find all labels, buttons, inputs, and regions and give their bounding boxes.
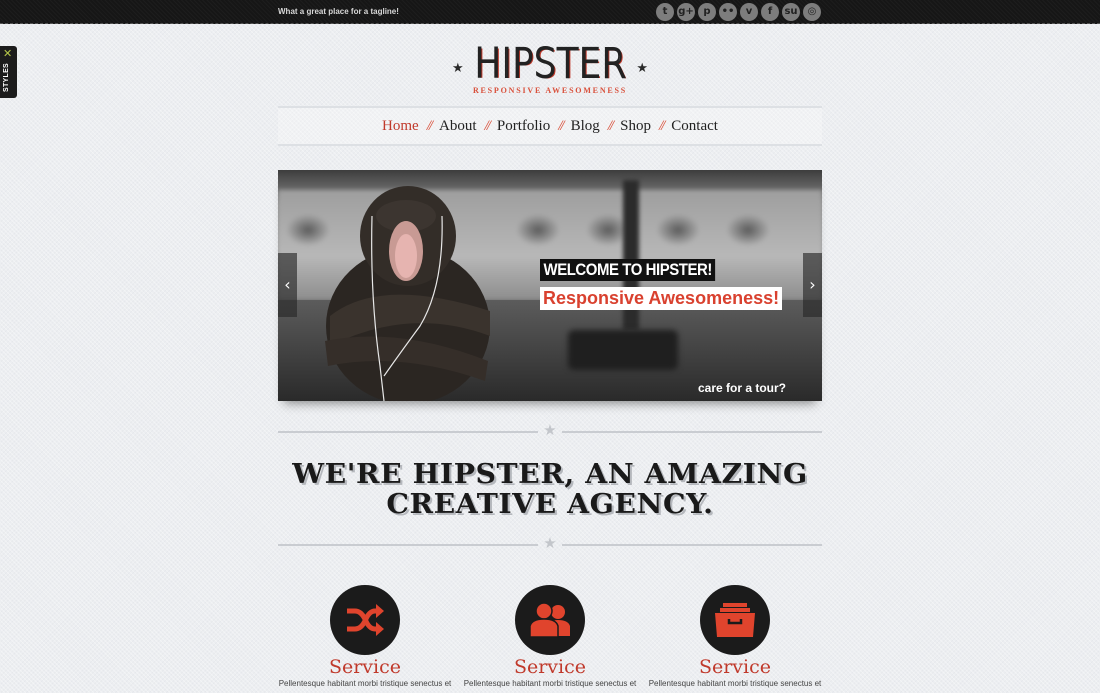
section-divider: ★	[278, 422, 822, 439]
facebook-icon[interactable]: f	[761, 3, 779, 21]
flickr-icon[interactable]: ••	[719, 3, 737, 21]
headline-line-1: We're Hipster, an amazing	[292, 459, 808, 490]
service-description: Pellentesque habitant morbi tristique se…	[278, 679, 452, 688]
service-description: Pellentesque habitant morbi tristique se…	[648, 679, 822, 688]
star-icon: ★	[543, 422, 557, 439]
section-divider: ★	[278, 535, 822, 552]
service-item: Service Pellentesque habitant morbi tris…	[455, 585, 645, 688]
twitter-icon[interactable]: t	[656, 3, 674, 21]
dribbble-icon[interactable]: ◎	[803, 3, 821, 21]
headline-line-2: creative agency.	[386, 489, 714, 520]
service-title: Service	[698, 656, 772, 678]
archive-drawer-icon	[715, 603, 755, 637]
nav-contact[interactable]: Contact	[671, 118, 718, 135]
divider-line	[562, 431, 822, 433]
pinterest-icon[interactable]: p	[698, 3, 716, 21]
divider-line	[278, 544, 538, 546]
service-icon-circle[interactable]	[515, 585, 585, 655]
tools-icon: ✕	[3, 48, 13, 60]
slide-background-chair	[568, 330, 678, 370]
vimeo-icon[interactable]: v	[740, 3, 758, 21]
divider-line	[562, 544, 822, 546]
slider-next-button[interactable]: ›	[803, 253, 822, 317]
slide-image-chimpanzee	[325, 186, 490, 401]
logo-wordmark: HIPSTER	[473, 41, 627, 87]
chevron-right-icon: ›	[809, 275, 816, 294]
page-headline: We're Hipster, an amazing creative agenc…	[264, 460, 835, 520]
slide-subtitle: Responsive Awesomeness!	[540, 287, 783, 310]
main-nav: Home // About // Portfolio // Blog // Sh…	[278, 106, 822, 146]
service-title: Service	[513, 656, 587, 678]
hero-slider: WELCOME TO HIPSTER! Responsive Awesomene…	[278, 170, 822, 401]
logo-subtitle: RESPONSIVE AWESOMENESS	[472, 86, 628, 95]
nav-separator: //	[484, 117, 492, 134]
slide-title: WELCOME TO HIPSTER!	[540, 259, 716, 281]
nav-separator: //	[658, 117, 666, 134]
service-item: Service Pellentesque habitant morbi tris…	[270, 585, 460, 688]
star-icon: ★	[636, 60, 648, 75]
styles-label: STYLES	[3, 62, 10, 92]
nav-shop[interactable]: Shop	[620, 118, 651, 135]
slider-prev-button[interactable]: ‹	[278, 253, 297, 317]
star-icon: ★	[543, 535, 557, 552]
star-icon: ★	[452, 60, 464, 75]
chevron-left-icon: ‹	[284, 275, 291, 294]
divider-line	[278, 431, 538, 433]
stumbleupon-icon[interactable]: su	[782, 3, 800, 21]
tour-link[interactable]: care for a tour?	[698, 381, 786, 395]
nav-separator: //	[558, 117, 565, 134]
nav-separator: //	[607, 117, 615, 134]
social-links: t g+ p •• v f su ◎	[656, 3, 821, 21]
tagline: What a great place for a tagline!	[278, 7, 399, 16]
site-logo[interactable]: ★ HIPSTER ★ RESPONSIVE AWESOMENESS	[450, 41, 650, 102]
service-icon-circle[interactable]	[330, 585, 400, 655]
nav-separator: //	[426, 117, 434, 134]
service-icon-circle[interactable]	[700, 585, 770, 655]
service-item: Service Pellentesque habitant morbi tris…	[640, 585, 830, 688]
users-icon	[529, 602, 570, 638]
nav-portfolio[interactable]: Portfolio	[497, 118, 550, 135]
shuffle-icon	[347, 604, 384, 636]
nav-blog[interactable]: Blog	[571, 118, 600, 135]
service-title: Service	[328, 656, 402, 678]
nav-about[interactable]: About	[439, 118, 477, 135]
top-bar: What a great place for a tagline! t g+ p…	[0, 0, 1100, 24]
service-description: Pellentesque habitant morbi tristique se…	[463, 679, 637, 688]
nav-home[interactable]: Home	[382, 118, 419, 135]
google-plus-icon[interactable]: g+	[677, 3, 695, 21]
styles-panel-toggle[interactable]: ✕ STYLES	[0, 46, 17, 98]
